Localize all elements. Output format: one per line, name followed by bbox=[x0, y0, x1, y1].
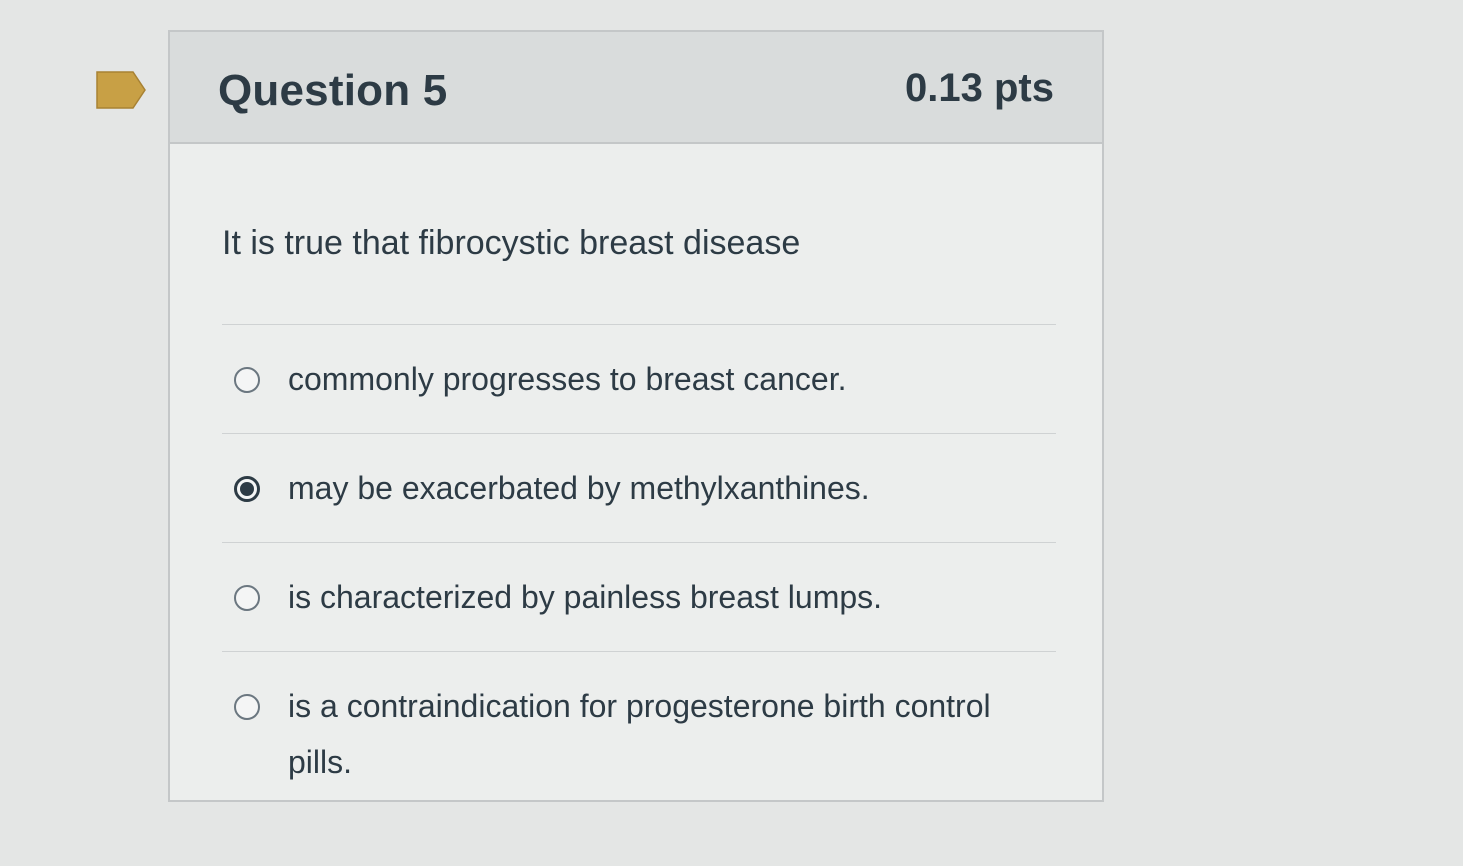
radio-button-unselected-icon[interactable] bbox=[234, 367, 260, 393]
radio-button-selected-icon[interactable] bbox=[234, 476, 260, 502]
answer-label: may be exacerbated by methylxanthines. bbox=[288, 470, 870, 506]
answer-option-2[interactable]: may be exacerbated by methylxanthines. bbox=[222, 433, 1056, 542]
question-card: Question 5 0.13 pts It is true that fibr… bbox=[168, 30, 1104, 802]
answer-option-3[interactable]: is characterized by painless breast lump… bbox=[222, 542, 1056, 651]
question-text: It is true that fibrocystic breast disea… bbox=[222, 224, 801, 262]
radio-button-unselected-icon[interactable] bbox=[234, 694, 260, 720]
answer-option-4[interactable]: is a contraindication for progesterone b… bbox=[222, 651, 1056, 830]
answer-list: commonly progresses to breast cancer. ma… bbox=[222, 324, 1056, 830]
question-title: Question 5 bbox=[218, 66, 448, 115]
answer-label: commonly progresses to breast cancer. bbox=[288, 361, 847, 397]
bookmark-flag-icon[interactable] bbox=[95, 70, 147, 110]
answer-option-1[interactable]: commonly progresses to breast cancer. bbox=[222, 324, 1056, 433]
radio-button-unselected-icon[interactable] bbox=[234, 585, 260, 611]
answer-label: is characterized by painless breast lump… bbox=[288, 579, 883, 615]
question-points: 0.13 pts bbox=[905, 66, 1054, 110]
answer-label: is a contraindication for progesterone b… bbox=[288, 688, 991, 780]
question-header: Question 5 0.13 pts bbox=[170, 32, 1102, 144]
